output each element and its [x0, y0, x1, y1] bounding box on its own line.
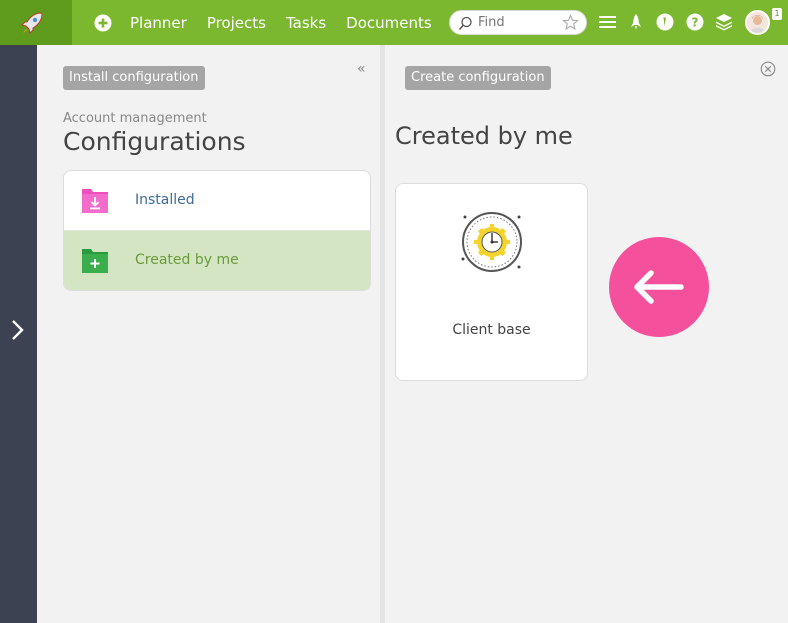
download-folder-icon	[82, 189, 108, 213]
search-input[interactable]: Find	[449, 10, 587, 35]
install-configuration-button[interactable]: Install configuration	[63, 66, 205, 90]
section-title: Created by me	[395, 122, 573, 150]
logo-notch	[72, 0, 94, 44]
help-icon[interactable]: ?	[685, 12, 705, 32]
avatar[interactable]	[745, 10, 770, 35]
breadcrumb[interactable]: Account management	[63, 111, 207, 126]
configuration-list: Installed Created by me	[63, 170, 371, 291]
configuration-card[interactable]: Client base	[395, 183, 588, 381]
timer-icon[interactable]	[655, 12, 675, 32]
layers-icon[interactable]	[714, 12, 734, 32]
top-bar: Planner Projects Tasks Documents Find ?	[0, 0, 788, 45]
gear-clock-icon	[461, 212, 522, 272]
add-folder-icon	[82, 249, 108, 273]
list-item-created-by-me[interactable]: Created by me	[64, 231, 370, 290]
logo-button[interactable]	[0, 0, 72, 45]
star-icon[interactable]	[562, 14, 579, 31]
notification-badge: 1	[772, 8, 782, 20]
svg-text:?: ?	[692, 16, 699, 30]
page-title: Configurations	[63, 127, 246, 156]
list-item-label: Created by me	[135, 252, 239, 268]
nav-tasks[interactable]: Tasks	[286, 14, 326, 32]
menu-icon[interactable]	[598, 12, 618, 32]
card-label: Client base	[452, 322, 531, 338]
close-icon[interactable]	[760, 61, 776, 77]
main-nav: Planner Projects Tasks Documents	[94, 0, 452, 45]
collapse-panel-icon[interactable]: «	[357, 61, 366, 77]
search-icon	[458, 16, 472, 31]
nav-documents[interactable]: Documents	[346, 14, 432, 32]
chevron-right-icon[interactable]	[10, 319, 26, 341]
list-item-installed[interactable]: Installed	[64, 171, 370, 231]
search-placeholder: Find	[478, 15, 505, 30]
back-arrow-button[interactable]	[609, 237, 709, 337]
nav-planner[interactable]: Planner	[130, 14, 187, 32]
arrow-left-icon	[634, 270, 684, 304]
rocket-icon[interactable]	[626, 12, 646, 32]
sidebar-rail[interactable]	[0, 45, 37, 623]
list-item-label: Installed	[135, 192, 195, 208]
user-photo-icon	[747, 12, 768, 33]
rocket-icon	[21, 12, 43, 34]
created-by-me-panel: Create configuration Created by me Clien…	[385, 45, 788, 623]
add-icon[interactable]	[94, 14, 112, 32]
create-configuration-button[interactable]: Create configuration	[405, 66, 551, 90]
nav-projects[interactable]: Projects	[207, 14, 266, 32]
configurations-panel: Install configuration « Account manageme…	[37, 45, 380, 623]
